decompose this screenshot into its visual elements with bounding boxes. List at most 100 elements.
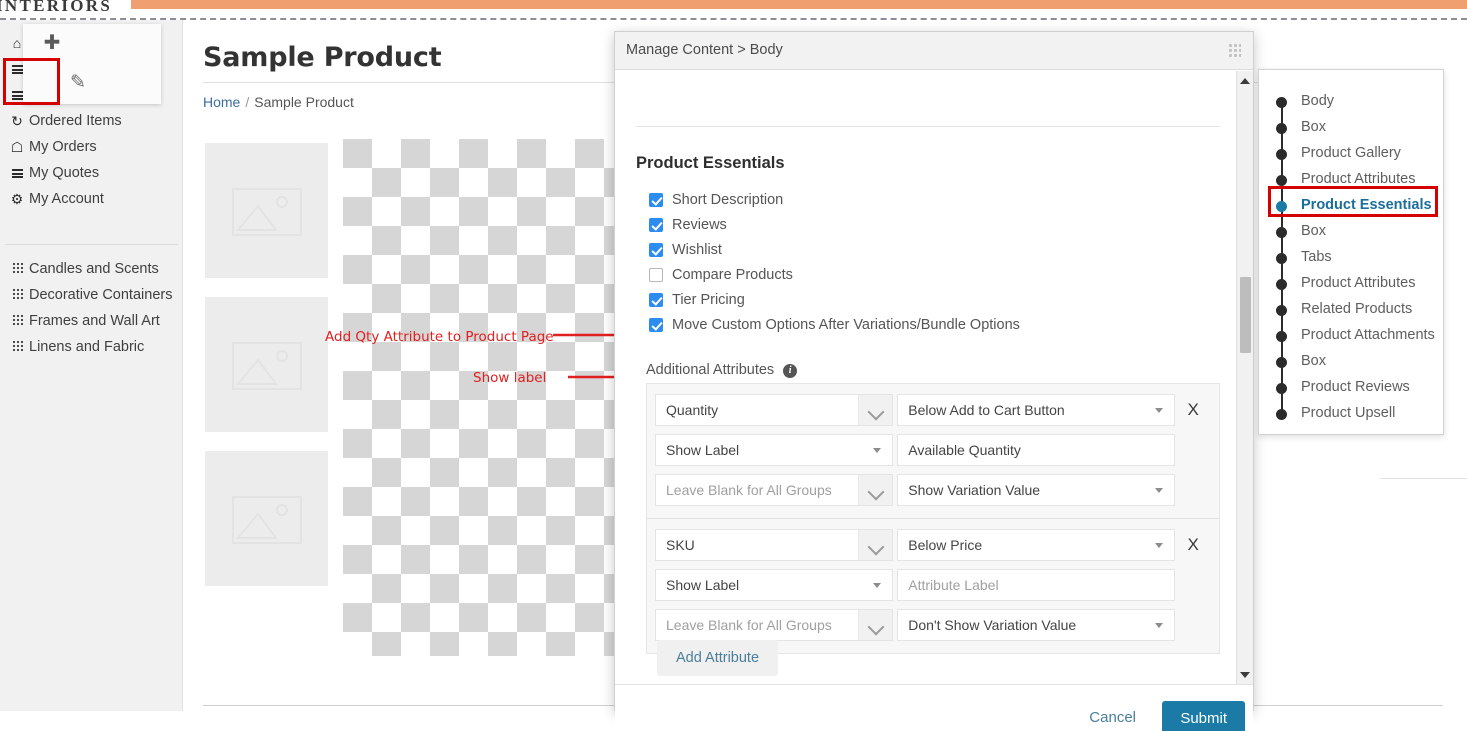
product-thumbnail[interactable] [205, 451, 328, 586]
plus-icon[interactable]: ✚ [41, 32, 63, 54]
breadcrumb-current: Sample Product [254, 94, 354, 110]
attribute-row: Show Label Available Quantity [647, 430, 1219, 470]
attribute-right-select[interactable]: Below Add to Cart Button [897, 394, 1176, 426]
sidebar-item-my-orders[interactable]: ☖ My Orders [0, 134, 183, 160]
drag-dots-icon[interactable] [1228, 43, 1241, 59]
tree-item-related-products[interactable]: Related Products [1259, 296, 1445, 322]
sidebar-category-frames-and-wall-art[interactable]: Frames and Wall Art [0, 308, 183, 334]
product-thumbnail-list [205, 143, 328, 605]
attribute-left-select[interactable]: Leave Blank for All Groups [655, 609, 894, 641]
left-sidebar: ⌂HomeCatalogQuick Order↻Ordered Items☖My… [0, 20, 183, 711]
tree-item-body[interactable]: Body [1259, 88, 1445, 114]
tree-item-label: Product Upsell [1301, 405, 1396, 421]
highlight-box-product-essentials [1268, 186, 1438, 217]
attribute-right-select[interactable]: Don't Show Variation Value [897, 609, 1176, 641]
checkbox-row[interactable]: Wishlist [649, 237, 1020, 262]
chevron-down-icon[interactable] [858, 530, 893, 560]
product-thumbnail[interactable] [205, 143, 328, 278]
attribute-right-input[interactable]: Attribute Label [897, 569, 1176, 601]
scrollbar-thumb[interactable] [1240, 277, 1251, 353]
pencil-icon[interactable]: ✎ [70, 71, 86, 94]
checkbox-reviews[interactable] [649, 217, 663, 232]
chevron-down-icon[interactable] [858, 395, 893, 425]
additional-attributes-label: Additional Attributes i [646, 362, 798, 378]
caret-down-icon[interactable] [1155, 408, 1164, 413]
product-main-image[interactable] [343, 139, 615, 656]
tree-item-box[interactable]: Box [1259, 114, 1445, 140]
remove-attribute-button[interactable]: X [1175, 535, 1211, 555]
tree-item-product-reviews[interactable]: Product Reviews [1259, 374, 1445, 400]
submit-button[interactable]: Submit [1162, 701, 1245, 731]
product-thumbnail[interactable] [205, 297, 328, 432]
grid-icon [5, 262, 29, 276]
remove-attribute-button[interactable]: X [1175, 400, 1211, 420]
attribute-right-select[interactable]: Show Variation Value [897, 474, 1176, 506]
chevron-down-icon[interactable] [858, 475, 893, 505]
sidebar-category-linens-and-fabric[interactable]: Linens and Fabric [0, 334, 183, 360]
tree-item-box[interactable]: Box [1259, 348, 1445, 374]
attribute-row: Leave Blank for All Groups Don't Show Var… [647, 605, 1219, 645]
tree-item-product-upsell[interactable]: Product Upsell [1259, 400, 1445, 426]
sidebar-item-my-quotes[interactable]: My Quotes [0, 160, 183, 186]
checkbox-row[interactable]: Move Custom Options After Variations/Bun… [649, 312, 1020, 337]
scroll-down-arrow-icon[interactable] [1240, 672, 1250, 678]
field-value: Show Label [666, 442, 740, 458]
chevron-down-icon[interactable] [858, 610, 893, 640]
checkbox-label: Wishlist [672, 241, 722, 258]
modal-scrollbar[interactable] [1236, 71, 1253, 685]
top-accent-bar [131, 0, 1467, 9]
sidebar-category-decorative-containers[interactable]: Decorative Containers [0, 282, 183, 308]
attribute-left-select[interactable]: Quantity [655, 394, 894, 426]
checkbox-move-custom-options-after-variations-bundle-options[interactable] [649, 317, 663, 332]
sidebar-item-my-account[interactable]: ⚙ My Account [0, 186, 183, 212]
tree-item-product-gallery[interactable]: Product Gallery [1259, 140, 1445, 166]
grid-icon [5, 288, 29, 302]
sidebar-item-ordered-items[interactable]: ↻ Ordered Items [0, 108, 183, 134]
attribute-left-select[interactable]: Show Label [655, 569, 894, 601]
info-icon[interactable]: i [783, 364, 798, 378]
sidebar-category-label: Candles and Scents [29, 261, 159, 277]
caret-down-icon[interactable] [873, 583, 882, 588]
image-placeholder-icon [232, 496, 302, 544]
page-title: Sample Product [203, 42, 442, 73]
cancel-button[interactable]: Cancel [1083, 708, 1142, 727]
checkbox-row[interactable]: Reviews [649, 212, 1020, 237]
tree-item-tabs[interactable]: Tabs [1259, 244, 1445, 270]
image-placeholder-icon [232, 188, 302, 236]
tree-item-product-attachments[interactable]: Product Attachments [1259, 322, 1445, 348]
sidebar-item-label: My Account [29, 191, 104, 207]
caret-down-icon[interactable] [1155, 488, 1164, 493]
checkbox-list: Short Description Reviews Wishlist Compare … [649, 187, 1020, 337]
checkbox-label: Short Description [672, 191, 784, 208]
sidebar-category-candles-and-scents[interactable]: Candles and Scents [0, 256, 183, 282]
checkbox-row[interactable]: Tier Pricing [649, 287, 1020, 312]
field-value: Attribute Label [908, 577, 999, 593]
scroll-up-arrow-icon[interactable] [1240, 78, 1250, 84]
caret-down-icon[interactable] [1155, 543, 1164, 548]
caret-down-icon[interactable] [873, 448, 882, 453]
checkbox-row[interactable]: Compare Products [649, 262, 1020, 287]
checkbox-row[interactable]: Short Description [649, 187, 1020, 212]
attribute-right-select[interactable]: Below Price [897, 529, 1176, 561]
caret-down-icon[interactable] [1155, 623, 1164, 628]
field-value: Don't Show Variation Value [908, 617, 1077, 633]
checkbox-compare-products[interactable] [649, 267, 663, 282]
tree-item-product-attributes[interactable]: Product Attributes [1259, 270, 1445, 296]
checkbox-tier-pricing[interactable] [649, 292, 663, 307]
grid-icon [5, 314, 29, 328]
attribute-left-select[interactable]: Show Label [655, 434, 894, 466]
highlight-box-edit-icon [3, 58, 60, 105]
attribute-right-input[interactable]: Available Quantity [897, 434, 1176, 466]
attribute-left-select[interactable]: Leave Blank for All Groups [655, 474, 894, 506]
checkbox-label: Reviews [672, 216, 727, 233]
checkbox-wishlist[interactable] [649, 242, 663, 257]
modal-footer: Cancel Submit [615, 684, 1253, 731]
sidebar-divider [5, 244, 178, 245]
attribute-row: Show Label Attribute Label [647, 565, 1219, 605]
add-attribute-button[interactable]: Add Attribute [657, 640, 779, 676]
breadcrumb-home-link[interactable]: Home [203, 94, 240, 110]
checkbox-short-description[interactable] [649, 192, 663, 207]
tree-item-box[interactable]: Box [1259, 218, 1445, 244]
attribute-left-select[interactable]: SKU [655, 529, 894, 561]
tree-node-dot-icon [1276, 409, 1287, 420]
